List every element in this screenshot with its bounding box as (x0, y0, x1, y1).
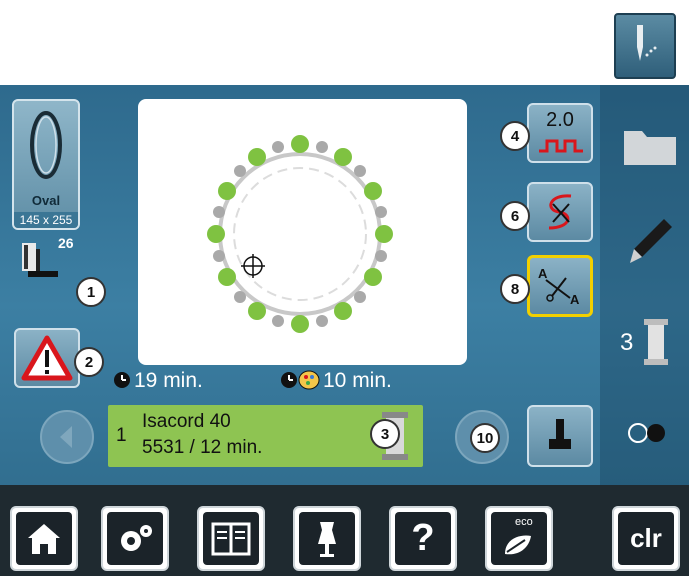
arrow-left-icon (60, 426, 72, 448)
badge-4: 4 (500, 121, 530, 151)
home-icon (28, 523, 60, 554)
oval-hoop-icon (30, 111, 62, 179)
clear-label: clr (630, 523, 662, 553)
total-time: 19 min. (134, 369, 203, 392)
hoop-name: Oval (31, 193, 61, 208)
badge-1: 1 (76, 277, 106, 307)
badge-6: 6 (500, 201, 530, 231)
warning-icon (21, 335, 73, 381)
thread-detail: 5531 / 12 min. (142, 437, 263, 458)
needle-position-button[interactable] (614, 13, 676, 79)
presser-foot-indicator[interactable]: 26 (14, 235, 80, 293)
gear-icon (121, 524, 152, 551)
eco-label: eco (515, 516, 533, 528)
help-label: ? (411, 517, 435, 559)
hoop-select-button[interactable]: Oval 145 x 255 (12, 99, 80, 230)
tie-off-button[interactable] (527, 182, 593, 242)
hoop-size: 145 x 255 (14, 212, 78, 228)
help-button[interactable]: ? (389, 506, 457, 571)
dress-form-icon (318, 521, 336, 557)
eco-button[interactable]: eco (485, 506, 553, 571)
setup-button[interactable] (101, 506, 169, 571)
wreath-design-image (207, 135, 393, 333)
tutorial-button[interactable] (197, 506, 265, 571)
pencil-icon (630, 219, 672, 263)
home-button[interactable] (10, 506, 78, 571)
jump-stitch-cut-button[interactable]: A A (527, 255, 593, 317)
stitch-length-button[interactable]: 2.0 (527, 103, 593, 163)
scissors-icon: A A (538, 266, 580, 307)
edit-button[interactable] (626, 213, 676, 269)
clear-button[interactable]: clr (612, 506, 680, 571)
check-button[interactable] (14, 328, 80, 388)
color-clock-icon (281, 370, 320, 390)
embroidery-preview[interactable] (138, 99, 467, 365)
folder-button[interactable] (620, 121, 680, 169)
folder-icon (624, 131, 676, 165)
embroidery-screen: Oval 145 x 255 26 1 2 2.0 4 6 A A 8 19 m… (0, 0, 689, 576)
stitch-length-icon (539, 139, 583, 153)
badge-2: 2 (74, 347, 104, 377)
stitch-length-value: 2.0 (546, 109, 574, 131)
color-count: 3 (620, 329, 634, 356)
book-icon (211, 522, 251, 555)
record-icon (628, 423, 665, 443)
presser-foot-number: 26 (58, 235, 74, 251)
prev-color-button[interactable] (40, 410, 94, 464)
start-stop-button[interactable] (622, 415, 672, 451)
svg-text:A: A (538, 266, 548, 281)
color-check-button[interactable] (527, 405, 593, 467)
badge-3: 3 (370, 419, 400, 449)
badge-8: 8 (500, 274, 530, 304)
leaf-icon (505, 535, 531, 555)
presser-foot-small-icon (549, 419, 571, 449)
presser-foot-icon (22, 243, 58, 277)
thread-color-index: 1 (116, 425, 127, 446)
needle-icon (637, 25, 657, 61)
badge-10: 10 (470, 423, 500, 453)
svg-text:A: A (570, 292, 580, 307)
bottom-toolbar: ? eco clr (0, 485, 689, 576)
color-sequence-button[interactable]: 3 (618, 315, 680, 371)
tie-off-icon (548, 194, 572, 230)
creative-consultant-button[interactable] (293, 506, 361, 571)
spool-icon (644, 319, 668, 365)
clock-icon (114, 372, 130, 388)
thread-name: Isacord 40 (142, 411, 231, 432)
color-change-time: 10 min. (323, 369, 392, 392)
main-screen: Oval 145 x 255 26 1 2 2.0 4 6 A A 8 19 m… (0, 85, 689, 576)
